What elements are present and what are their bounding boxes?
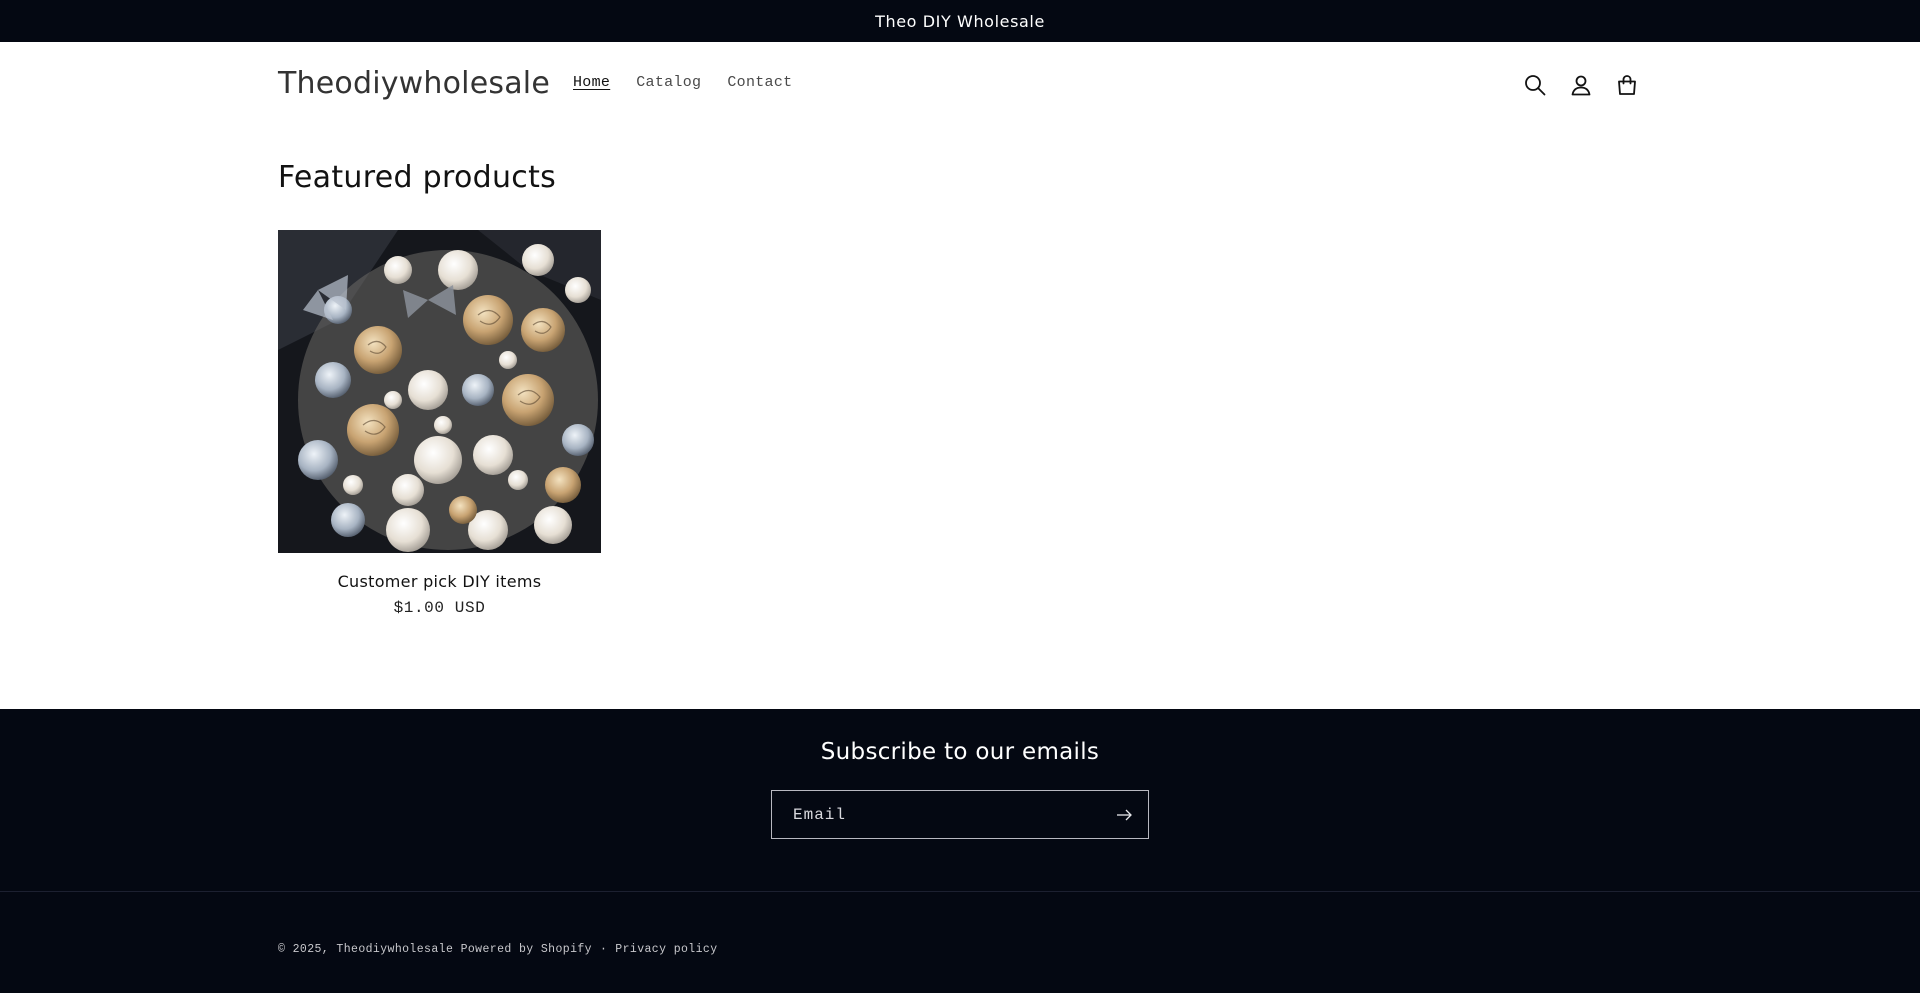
main-nav: Home Catalog Contact — [573, 74, 818, 91]
announcement-text: Theo DIY Wholesale — [875, 11, 1045, 31]
newsletter-form — [771, 790, 1149, 839]
announcement-bar: Theo DIY Wholesale — [0, 0, 1920, 42]
subscribe-heading: Subscribe to our emails — [820, 739, 1100, 765]
nav-item-contact[interactable]: Contact — [727, 74, 792, 91]
email-input[interactable] — [772, 805, 1100, 824]
account-icon[interactable] — [1558, 69, 1604, 101]
site-footer: Subscribe to our emails © 2025, Theodiyw… — [0, 709, 1920, 993]
product-price: $1.00 USD — [393, 599, 486, 617]
product-card[interactable]: Customer pick DIY items $1.00 USD — [278, 230, 601, 617]
store-logo[interactable]: Theodiywholesale — [278, 66, 550, 101]
cart-icon[interactable] — [1604, 69, 1650, 101]
arrow-right-icon[interactable] — [1100, 791, 1148, 838]
nav-item-home[interactable]: Home — [573, 74, 610, 91]
section-title: Featured products — [278, 160, 557, 195]
product-image[interactable] — [278, 230, 601, 553]
copyright-prefix: © 2025, — [278, 943, 330, 956]
search-icon[interactable] — [1512, 69, 1558, 101]
footer-copyright: © 2025, Theodiywholesale Powered by Shop… — [278, 943, 718, 956]
footer-separator: · — [599, 943, 608, 956]
header-icons — [1512, 69, 1650, 101]
featured-section: Featured products — [278, 160, 556, 195]
privacy-policy-link[interactable]: Privacy policy — [615, 943, 717, 956]
copyright-store-link[interactable]: Theodiywholesale — [336, 943, 453, 956]
nav-item-catalog[interactable]: Catalog — [636, 74, 701, 91]
product-title[interactable]: Customer pick DIY items — [278, 572, 601, 591]
powered-by-link[interactable]: Powered by Shopify — [461, 943, 592, 956]
footer-divider — [0, 891, 1920, 892]
site-header: Theodiywholesale Home Catalog Contact — [0, 42, 1920, 127]
